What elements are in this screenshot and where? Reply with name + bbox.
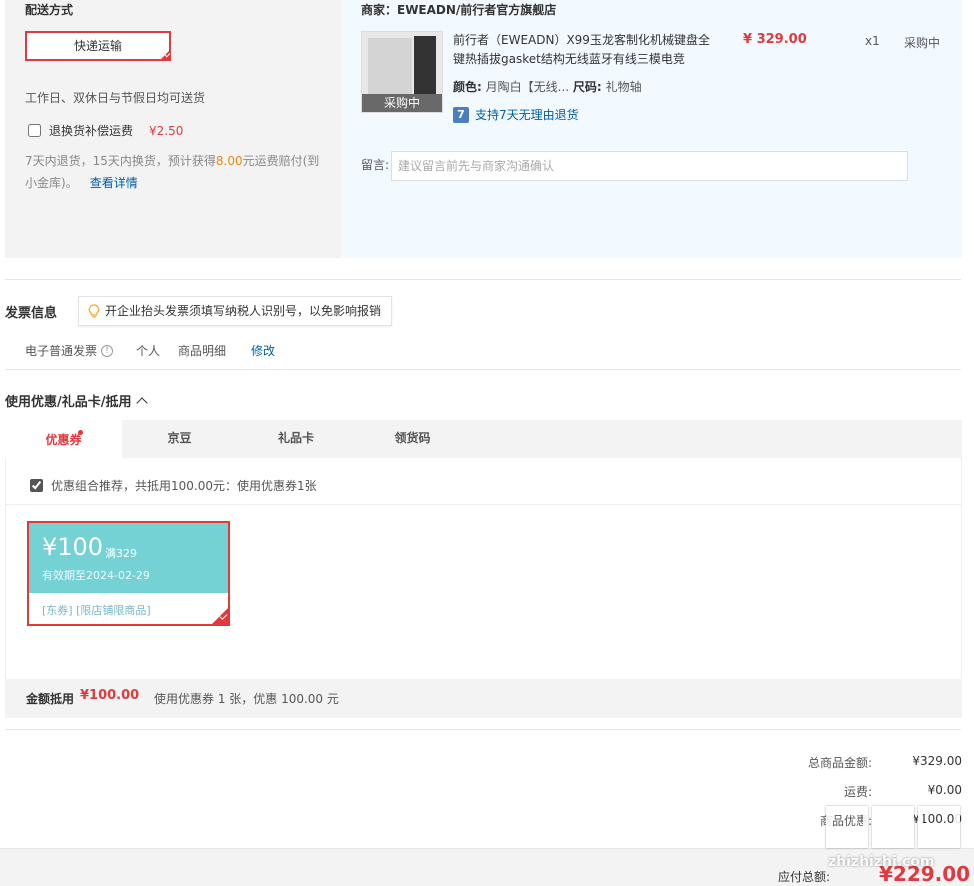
divider	[5, 279, 961, 280]
shipping-fee-value: ¥0.00	[927, 783, 962, 797]
express-shipping-label: 快递运输	[73, 39, 122, 53]
shipping-fee-label: 运费:	[843, 785, 872, 799]
new-dot-icon	[78, 430, 83, 435]
product-image[interactable]: 采购中	[361, 31, 443, 113]
keyboard-graphic	[368, 38, 412, 94]
color-value: 月陶白【无线...	[485, 80, 570, 94]
divider	[5, 729, 961, 730]
size-value: 礼物轴	[605, 80, 642, 94]
coupon-amount: ¥100	[42, 533, 104, 561]
keyboard-box-graphic	[414, 36, 436, 94]
selected-check-icon	[210, 606, 230, 626]
chevron-up-icon	[135, 396, 148, 409]
invoice-detail: 商品明细	[178, 344, 227, 358]
invoice-tip-text: 开企业抬头发票须填写纳税人识别号，以免影响报销	[105, 304, 382, 318]
total-goods-label: 总商品金额:	[807, 756, 872, 770]
product-price: ¥ 329.00	[743, 32, 807, 47]
tab-jingdou[interactable]: 京豆	[122, 420, 237, 458]
product-status: 采购中	[904, 36, 941, 50]
total-goods-row: 总商品金额: ¥329.00	[808, 754, 962, 771]
express-shipping-button[interactable]: 快递运输	[25, 31, 171, 61]
coupon-summary-bar	[5, 679, 962, 718]
watermark-text: zhizhizhi.com	[828, 854, 935, 870]
info-icon[interactable]: !	[101, 344, 114, 357]
return-insurance-checkbox[interactable]	[28, 124, 41, 137]
pay-total-label: 应付总额:	[778, 870, 831, 884]
delivery-note: 工作日、双休日与节假日均可送货	[25, 91, 206, 105]
combo-recommend-row: 优惠组合推荐，共抵用100.00元：使用优惠券1张	[30, 477, 317, 494]
coupon-card-top: ¥100 满329 有效期至2024-02-29	[29, 523, 228, 593]
lightbulb-icon	[88, 304, 100, 318]
coupon-section-title: 使用优惠/礼品卡/抵用	[5, 395, 132, 410]
invoice-personal: 个人	[136, 344, 161, 358]
total-goods-value: ¥329.00	[912, 754, 962, 768]
coupon-scope: [东券] [限店铺限商品]	[42, 604, 151, 617]
coupon-validity: 有效期至2024-02-29	[42, 569, 150, 582]
message-input[interactable]	[391, 151, 908, 181]
watermark: zhizhizhi.com	[826, 806, 966, 870]
divider	[6, 504, 961, 505]
invoice-title: 发票信息	[5, 306, 58, 321]
invoice-type: 电子普通发票 !	[25, 342, 114, 359]
invoice-tip: 开企业抬头发票须填写纳税人识别号，以免影响报销	[78, 296, 393, 326]
seven-day-return-icon: 7	[453, 106, 469, 123]
combo-recommend-checkbox[interactable]	[30, 479, 43, 492]
message-label: 留言:	[361, 158, 390, 172]
shop-name: 商家：EWEADN/前行者官方旗舰店	[361, 3, 557, 17]
tab-coupons[interactable]: 优惠券	[5, 420, 122, 458]
coupon-section-toggle[interactable]: 使用优惠/礼品卡/抵用	[5, 391, 148, 410]
summary-amount: ¥100.00	[80, 688, 140, 703]
tab-gift-card[interactable]: 礼品卡	[237, 420, 355, 458]
coupon-card[interactable]: ¥100 满329 有效期至2024-02-29 [东券] [限店铺限商品]	[27, 521, 230, 626]
return-policy-label: 支持7天无理由退货	[475, 108, 579, 122]
return-insurance-desc: 7天内退货，15天内换货，预计获得8.00元运费赔付(到小金库)。 查看详情	[25, 150, 330, 194]
summary-label: 金额抵用	[26, 692, 75, 706]
divider	[5, 369, 961, 370]
tab-label: 领货码	[394, 431, 431, 445]
combo-recommend-text: 优惠组合推荐，共抵用100.00元：使用优惠券1张	[51, 479, 317, 493]
image-status-tag: 采购中	[362, 94, 442, 112]
return-insurance-price: ¥2.50	[149, 123, 184, 138]
return-policy[interactable]: 7 支持7天无理由退货	[453, 106, 579, 123]
selected-check-icon	[159, 49, 171, 61]
coupon-condition: 满329	[105, 547, 137, 560]
return-desc-pre: 7天内退货，15天内换货，预计获得	[25, 154, 216, 168]
invoice-edit-link[interactable]: 修改	[251, 342, 275, 359]
return-desc-amount: 8.00	[215, 154, 243, 168]
watermark-logo-icon	[826, 806, 966, 848]
size-label: 尺码:	[572, 80, 602, 94]
tab-label: 京豆	[167, 431, 192, 445]
return-insurance-row: 退换货补偿运费 ¥2.50	[28, 122, 183, 139]
shipping-title: 配送方式	[25, 3, 74, 17]
shipping-fee-row: 运费: ¥0.00	[844, 783, 962, 800]
tab-label: 优惠券	[45, 433, 82, 447]
view-details-link[interactable]: 查看详情	[90, 176, 138, 190]
tab-label: 礼品卡	[277, 431, 314, 445]
return-insurance-label: 退换货补偿运费	[49, 124, 134, 138]
color-label: 颜色:	[453, 80, 482, 94]
product-qty: x1	[865, 34, 880, 48]
summary-desc: 使用优惠券 1 张，优惠 100.00 元	[154, 692, 339, 706]
invoice-type-label: 电子普通发票	[25, 344, 98, 358]
product-attrs: 颜色: 月陶白【无线... 尺码: 礼物轴	[453, 78, 642, 95]
coupon-tabs: 优惠券 京豆 礼品卡 领货码	[5, 420, 962, 458]
tab-redeem-code[interactable]: 领货码	[355, 420, 470, 458]
product-title[interactable]: 前行者（EWEADN）X99玉龙客制化机械键盘全键热插拔gasket结构无线蓝牙…	[453, 31, 713, 69]
